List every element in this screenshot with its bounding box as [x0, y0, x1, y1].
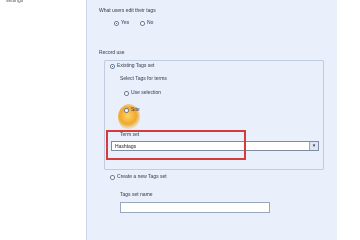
select-tags-prompt: Select Tags for terms: [120, 76, 167, 82]
radio-create-new[interactable]: [110, 175, 115, 180]
radio-yes[interactable]: [114, 21, 119, 26]
radio-no[interactable]: [140, 21, 145, 26]
settings-label: settings: [6, 0, 24, 4]
group-label: Record use: [99, 50, 125, 56]
radio-no-label: No: [147, 20, 154, 26]
radio-existing-tags[interactable]: [110, 64, 115, 69]
use-selection-label: Use selection: [131, 90, 162, 96]
tags-set-name-label: Tags set name: [120, 192, 153, 198]
radio-site[interactable]: [124, 108, 129, 113]
edit-tags-question: What users edit their tags: [99, 8, 156, 14]
existing-tags-label: Existing Tags set: [117, 63, 155, 69]
tags-set-name-input[interactable]: [120, 202, 270, 213]
chevron-down-icon[interactable]: ▾: [309, 142, 318, 150]
highlight-box: [106, 130, 246, 160]
create-new-label: Create a new Tags set: [117, 174, 167, 180]
radio-use-selection[interactable]: [124, 91, 129, 96]
radio-yes-label: Yes: [121, 20, 130, 26]
site-label: Site: [131, 107, 140, 113]
